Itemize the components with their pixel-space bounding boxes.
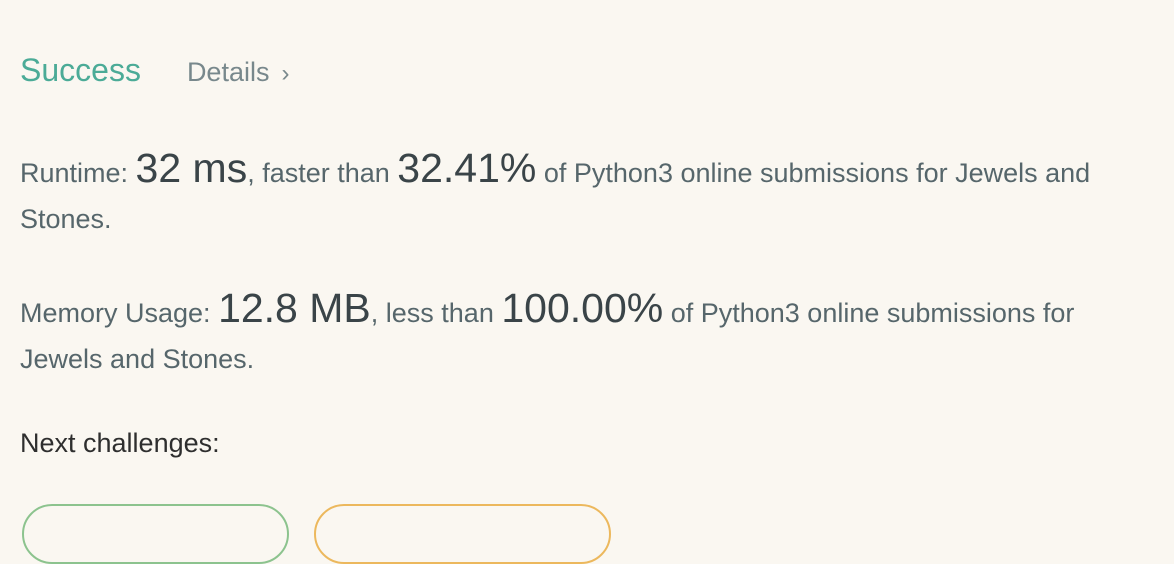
- success-status: Success: [20, 52, 141, 88]
- next-challenges-heading: Next challenges:: [20, 428, 220, 458]
- runtime-summary: Runtime: 32 ms, faster than 32.41% of Py…: [20, 145, 1140, 242]
- result-status-row: Success Details ›: [20, 52, 289, 89]
- chevron-right-icon[interactable]: ›: [281, 60, 289, 88]
- runtime-middle: , faster than: [247, 158, 398, 188]
- memory-value: 12.8 MB: [218, 285, 371, 331]
- runtime-percentile: 32.41%: [397, 145, 537, 191]
- memory-middle: , less than: [370, 298, 502, 328]
- runtime-value: 32 ms: [135, 145, 248, 191]
- memory-label: Memory Usage:: [20, 298, 219, 328]
- next-challenge-easy[interactable]: [22, 504, 289, 564]
- details-link[interactable]: Details: [187, 57, 270, 88]
- next-challenge-medium[interactable]: [314, 504, 611, 564]
- memory-summary: Memory Usage: 12.8 MB, less than 100.00%…: [20, 285, 1140, 382]
- runtime-label: Runtime:: [20, 158, 136, 188]
- memory-percentile: 100.00%: [501, 285, 664, 331]
